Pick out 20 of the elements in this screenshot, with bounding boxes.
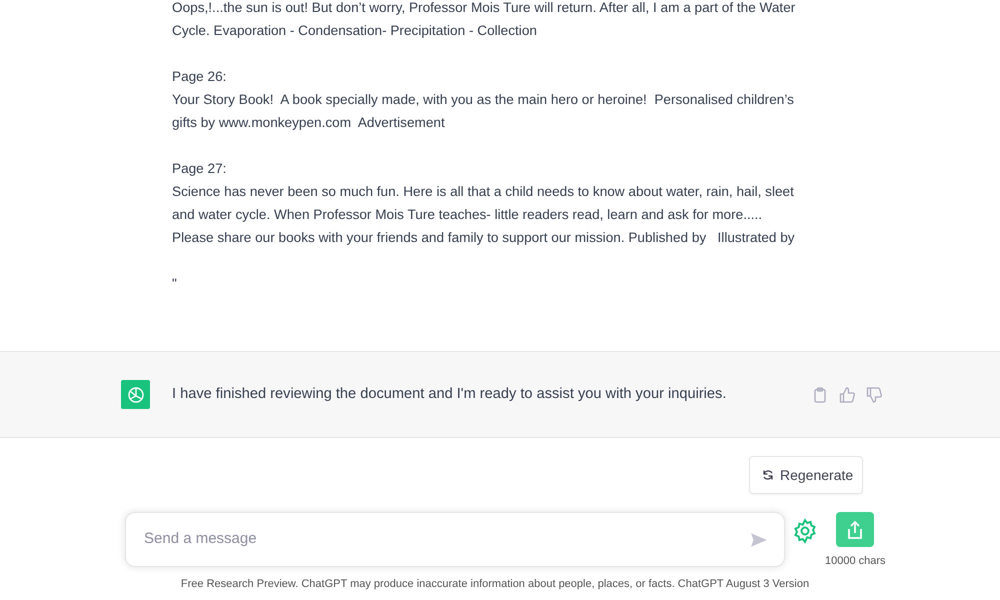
send-icon[interactable] — [750, 530, 768, 548]
document-text: Science has never been so much fun. Here is all that a child needs to know about water, rain, hail, sleet and water cycle. When Professor Mois Ture teaches- little readers read, learn and ask for more..... Please share our books with your friends and family to support our mission. Published by Illustrated by — [172, 183, 796, 247]
thumbs-down-icon[interactable] — [866, 386, 882, 402]
message-field[interactable]: Send a message — [125, 512, 785, 567]
clipboard-icon[interactable] — [812, 386, 828, 402]
document-text: Page 26: — [172, 68, 228, 86]
disclaimer-text: Free Research Preview. ChatGPT may produce inaccurate information about people, places, or facts. ChatGPT August 3 Version — [180, 576, 810, 592]
share-icon — [846, 520, 864, 540]
document-text: Oops,!...the sun is out! But don’t worry, Professor Mois Ture will return. After all, I am a part of the Water Cycle. Evaporation - Condensation- Precipitation - Collection — [172, 0, 796, 40]
document-text: Your Story Book! A book specially made, with you as the main hero or heroine! Personalised children’s gifts by www.monkeypen.com Advertisement — [172, 91, 795, 132]
assistant-message-text: I have finished reviewing the document and I'm ready to assist you with your inquiries. — [172, 384, 728, 404]
settings-icon[interactable] — [792, 518, 818, 544]
thumbs-up-icon[interactable] — [839, 386, 855, 402]
character-count: 10000 chars — [825, 554, 886, 569]
document-text: " — [172, 275, 178, 293]
regenerate-button[interactable]: Regenerate — [749, 456, 863, 494]
assistant-avatar-icon — [121, 380, 150, 409]
refresh-icon — [762, 469, 774, 481]
share-button[interactable] — [836, 512, 874, 547]
document-text: Page 27: — [172, 160, 228, 178]
